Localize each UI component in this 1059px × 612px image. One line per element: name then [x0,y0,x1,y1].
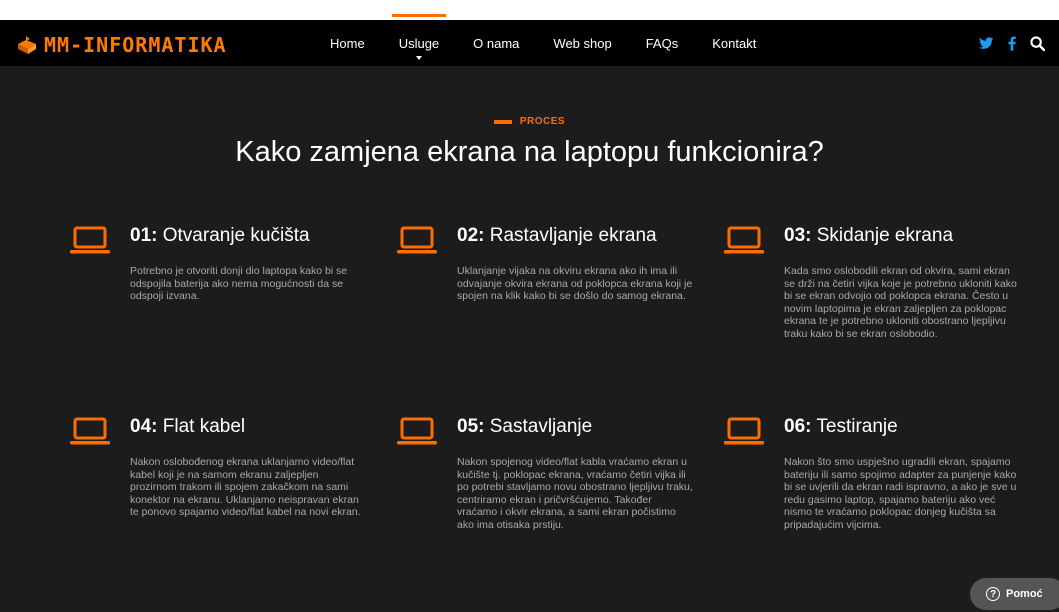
nav-item-web-shop[interactable]: Web shop [553,36,611,51]
step-text: Potrebno je otvoriti donji dio laptopa k… [130,265,348,302]
site-logo[interactable]: MM-INFORMATIKA [16,32,227,58]
main-nav: Home Usluge O nama Web shop FAQs Kontakt [330,20,790,66]
help-icon: ? [986,587,1000,601]
twitter-icon[interactable] [979,36,994,50]
chevron-down-icon [415,55,422,60]
nav-item-usluge[interactable]: Usluge [399,36,439,60]
tag-mark [493,119,512,124]
laptop-icon [724,417,764,445]
help-button[interactable]: ? Pomoć [970,578,1059,610]
laptop-icon [70,417,110,445]
facebook-icon[interactable] [1008,35,1016,51]
navbar: MM-INFORMATIKA Home Usluge O nama Web sh… [0,20,1059,66]
nav-icons [965,20,1045,66]
laptop-icon [397,417,437,445]
search-icon[interactable] [1030,35,1045,51]
logo-text: MM-INFORMATIKA [44,33,227,57]
laptop-icon [397,226,437,254]
nav-item-kontakt[interactable]: Kontakt [712,36,756,51]
nav-item-faqs[interactable]: FAQs [646,36,679,51]
step-heading: 05: Sastavljanje [457,416,593,437]
step-text: Uklanjanje vijaka na okviru ekrana ako i… [457,265,693,302]
laptop-icon [724,226,764,254]
step-heading: 06: Testiranje [784,416,898,437]
top-strip [0,0,1059,20]
step-text: Nakon oslobođenog ekrana uklanjamo video… [130,456,361,518]
section-tag-label: PROCES [519,116,566,127]
logo-mark-icon [18,36,36,54]
step-text: Nakon što smo uspješno ugradili ekran, s… [784,456,1017,531]
page-title: Kako zamjena ekrana na laptopu funkcioni… [235,136,824,168]
step-heading: 03: Skidanje ekrana [784,225,954,246]
nav-item-o-nama[interactable]: O nama [473,36,519,51]
laptop-icon [70,226,110,254]
nav-item-home[interactable]: Home [330,36,365,51]
step-heading: 02: Rastavljanje ekrana [457,225,657,246]
step-text: Nakon spojenog video/flat kabla vraćamo … [457,456,693,531]
step-heading: 01: Otvaranje kučišta [130,225,310,246]
step-heading: 04: Flat kabel [130,416,246,437]
help-label: Pomoć [1006,588,1043,600]
section-tag: PROCES [0,116,1059,127]
nav-active-indicator [392,14,446,17]
step-text: Kada smo oslobodili ekran od okvira, sam… [784,265,1017,340]
